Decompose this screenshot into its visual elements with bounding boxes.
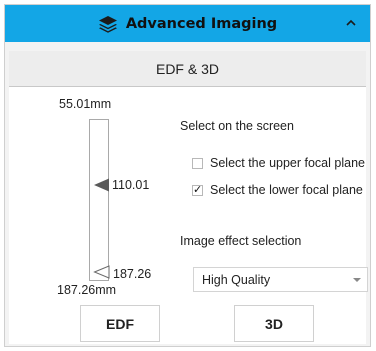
dropdown-arrow-icon [353,278,361,282]
upper-focal-marker[interactable] [93,178,111,192]
upper-focal-value: 110.01 [112,178,150,192]
selection-heading: Select on the screen [180,119,294,133]
lower-focal-option-label: Select the lower focal plane [210,183,363,197]
layers-icon [98,15,118,33]
chevron-up-icon[interactable] [342,14,360,32]
focal-range-slider[interactable] [89,119,109,281]
edf-3d-content: 55.01mm 110.01 187.26 187.26mm Select on… [9,87,368,344]
3d-button[interactable]: 3D [234,305,314,342]
lower-focal-checkbox[interactable]: ✓ [192,185,203,196]
slider-bottom-label: 187.26mm [57,283,117,297]
upper-focal-checkbox[interactable] [192,158,203,169]
slider-top-label: 55.01mm [59,97,112,111]
panel-header[interactable]: Advanced Imaging [5,5,370,42]
advanced-imaging-panel: Advanced Imaging EDF & 3D 55.01mm 110.01… [4,4,371,347]
edf-button[interactable]: EDF [80,305,160,342]
lower-focal-marker[interactable] [93,265,111,279]
image-effect-dropdown[interactable]: High Quality [193,267,368,292]
upper-focal-option-label: Select the upper focal plane [210,156,365,170]
image-effect-selected: High Quality [202,273,271,287]
lower-focal-value: 187.26 [113,267,152,281]
section-header: EDF & 3D [9,51,366,87]
image-effect-heading: Image effect selection [180,234,302,248]
panel-title: Advanced Imaging [125,15,278,32]
